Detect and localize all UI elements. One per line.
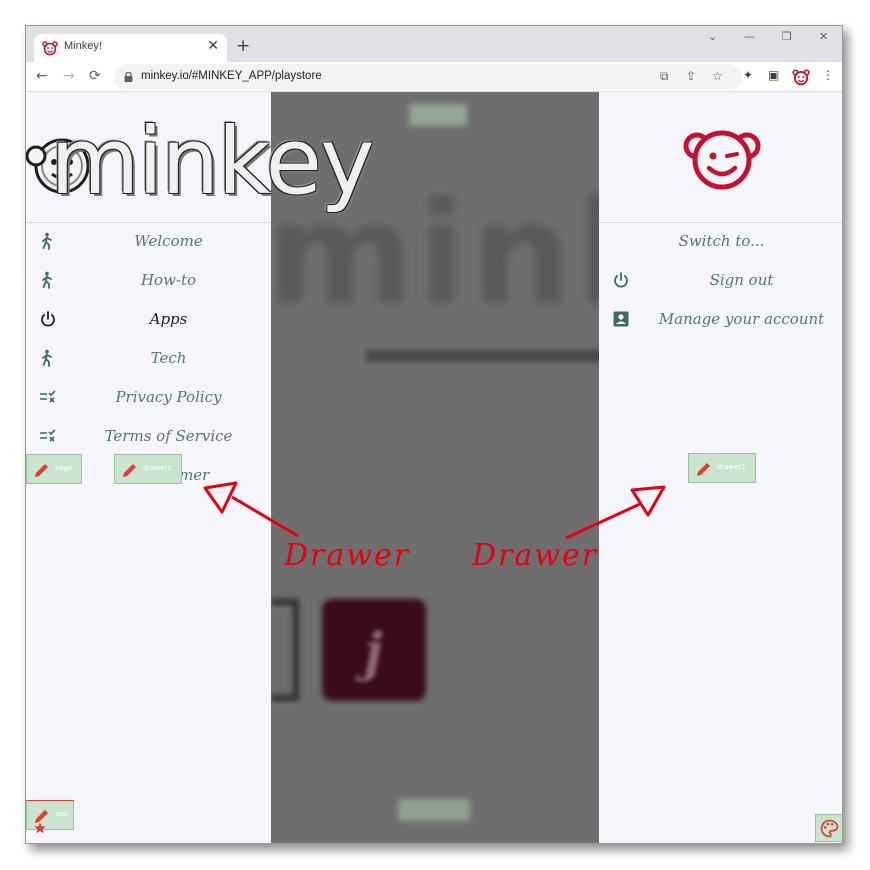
sign-out-label: Sign out — [709, 271, 774, 289]
manage-account-item[interactable]: Manage your account — [599, 305, 842, 335]
minimize-button[interactable]: — — [744, 30, 755, 43]
right-drawer-divider — [599, 222, 842, 223]
drawer-item-label: Welcome — [134, 232, 203, 250]
drawer-item-label: Privacy Policy — [115, 388, 222, 406]
person-walk-icon — [42, 271, 52, 289]
drawer-item-label: Tech — [150, 349, 187, 367]
minkey-logo: minkey — [26, 108, 375, 215]
reload-button[interactable]: ⟳ — [89, 68, 101, 84]
browser-tab[interactable]: Minkey! ✕ — [34, 34, 227, 62]
tab-close-icon[interactable]: ✕ — [207, 38, 219, 54]
extensions-icon[interactable]: ✦ — [743, 68, 753, 82]
drawer-item-welcome[interactable]: Welcome — [26, 227, 271, 257]
new-tab-button[interactable]: + — [236, 36, 250, 56]
monkey-logo-icon — [683, 130, 761, 190]
switch-to-item[interactable]: Switch to... — [599, 227, 842, 257]
drawer-item-terms-of-service[interactable]: Terms of Service — [26, 422, 271, 452]
browser-menu-icon[interactable]: ⋮ — [822, 68, 834, 82]
forward-button[interactable]: → — [63, 68, 75, 84]
drawer-item-label: Apps — [149, 310, 188, 328]
pencil-icon — [123, 464, 136, 477]
chip-label: drawer1 — [717, 463, 746, 471]
background-divider — [366, 350, 606, 362]
lock-icon — [124, 72, 133, 82]
chip-label: drawer1 — [143, 464, 172, 472]
browser-toolbar: ← → ⟳ minkey.io/#MINKEY_APP/playstore ⧉ … — [26, 62, 842, 92]
chip-label: page — [55, 464, 73, 472]
back-button[interactable]: ← — [36, 68, 48, 84]
drawer-item-label: How-to — [140, 271, 197, 289]
background-button — [409, 104, 467, 126]
browser-window: Minkey! ✕ + ⌄ — ❐ ✕ ← → ⟳ minkey.io/#MIN… — [25, 25, 843, 844]
profile-avatar-icon[interactable] — [792, 68, 810, 86]
drawer-edit-chip-left[interactable]: drawer1 — [114, 454, 182, 484]
right-drawer: Switch to... Sign out Manage your accoun… — [599, 92, 842, 843]
tab-strip: Minkey! ✕ + ⌄ — ❐ ✕ — [26, 26, 842, 62]
palette-button[interactable] — [815, 814, 842, 842]
drawer-edit-chip-right[interactable]: drawer1 — [688, 453, 756, 483]
left-drawer: minkey Welcome How-to Apps Tech Privacy … — [26, 92, 375, 843]
checklist-icon — [40, 390, 56, 403]
manage-account-label: Manage your account — [658, 310, 825, 328]
close-window-button[interactable]: ✕ — [819, 30, 828, 43]
background-card-letter: j — [364, 622, 383, 683]
page-content: minkey j minkey Welcome How-to Apps Tech… — [26, 92, 842, 843]
monkey-favicon-icon — [42, 41, 58, 56]
drawer-item-how-to[interactable]: How-to — [26, 266, 271, 296]
left-drawer-divider — [26, 222, 271, 223]
share-icon[interactable]: ⇪ — [686, 69, 696, 83]
logo-wordmark: minkey — [50, 108, 375, 215]
switch-to-label: Switch to... — [678, 232, 765, 250]
drawer-item-privacy-policy[interactable]: Privacy Policy — [26, 383, 271, 413]
drawer-item-apps[interactable]: Apps — [26, 305, 271, 335]
restore-button[interactable]: ❐ — [782, 30, 792, 43]
url-text: minkey.io/#MINKEY_APP/playstore — [141, 70, 322, 82]
chip-label: app — [55, 810, 69, 818]
drawer-item-tech[interactable]: Tech — [26, 344, 271, 374]
checklist-icon — [40, 429, 56, 442]
background-bottom-button — [398, 799, 470, 821]
account-box-icon — [613, 311, 629, 327]
page-edit-chip[interactable]: page — [26, 454, 82, 484]
bookmark-star-icon[interactable]: ☆ — [712, 69, 723, 83]
tab-search-icon[interactable]: ⌄ — [708, 30, 717, 43]
side-panel-icon[interactable]: ▣ — [768, 68, 779, 82]
drawer-item-label: Terms of Service — [104, 427, 233, 445]
drawer-annotation-right: Drawer — [472, 538, 599, 573]
person-walk-icon — [42, 232, 52, 250]
star-icon — [34, 822, 46, 834]
power-icon — [41, 311, 55, 327]
pencil-icon — [35, 464, 48, 477]
sign-out-item[interactable]: Sign out — [599, 266, 842, 296]
open-in-app-icon[interactable]: ⧉ — [660, 69, 669, 84]
pencil-icon — [697, 463, 710, 476]
palette-icon — [820, 819, 839, 838]
drawer-annotation-left: Drawer — [284, 538, 411, 573]
tab-title: Minkey! — [64, 40, 102, 52]
person-walk-icon — [42, 349, 52, 367]
address-bar[interactable]: minkey.io/#MINKEY_APP/playstore ⧉ ⇪ ☆ — [114, 64, 742, 90]
power-icon — [614, 272, 628, 288]
background-app-card — [271, 599, 299, 701]
